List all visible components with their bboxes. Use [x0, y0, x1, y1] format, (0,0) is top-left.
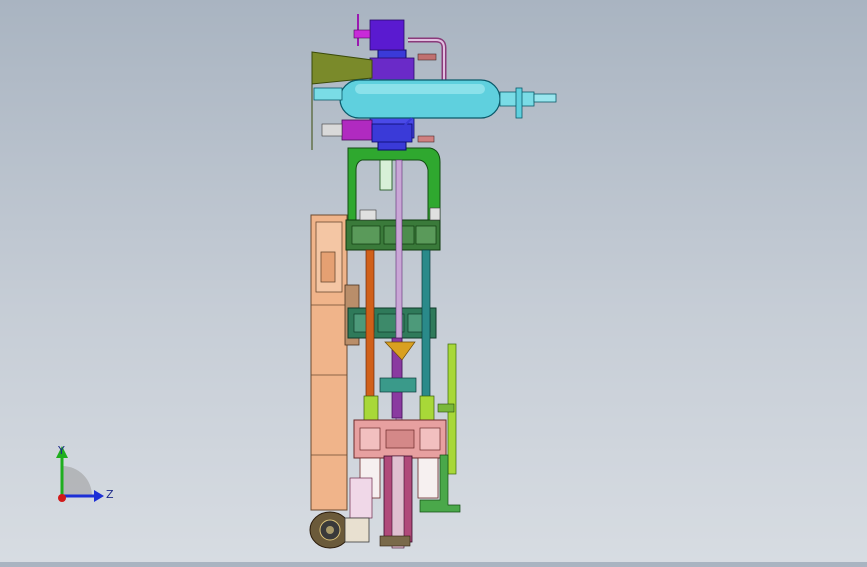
left-housing[interactable] — [310, 214, 360, 511]
orientation-triad[interactable]: Y Z — [48, 440, 118, 510]
pressure-tank[interactable] — [313, 79, 557, 119]
cad-viewport[interactable]: Y Z — [0, 0, 867, 562]
small-fitting — [417, 135, 435, 143]
machine-model[interactable] — [0, 0, 867, 562]
small-fitting — [429, 207, 441, 221]
triad-y-label: Y — [57, 444, 65, 457]
base-block[interactable] — [353, 419, 447, 459]
small-fitting — [359, 209, 377, 221]
triad-origin — [58, 494, 66, 502]
triad-z-label: Z — [106, 488, 114, 501]
triad-quadrant — [62, 466, 92, 496]
upper-crossbeam[interactable] — [345, 219, 441, 251]
triad-z-arrow — [94, 490, 104, 502]
